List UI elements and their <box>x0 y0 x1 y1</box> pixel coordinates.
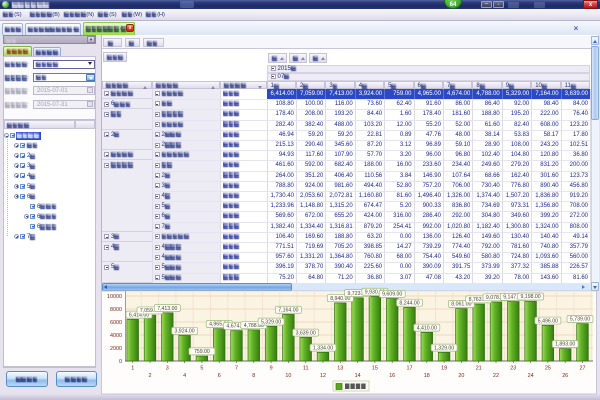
svg-text:1,334.00: 1,334.00 <box>313 345 333 351</box>
svg-text:3,639.00: 3,639.00 <box>296 330 316 336</box>
svg-text:23: 23 <box>510 366 516 372</box>
svg-text:4,410.00: 4,410.00 <box>417 325 437 331</box>
svg-text:17: 17 <box>407 366 413 372</box>
svg-text:9: 9 <box>270 366 273 372</box>
svg-text:8,244.00: 8,244.00 <box>399 300 419 306</box>
svg-text:27: 27 <box>580 366 586 372</box>
svg-text:20: 20 <box>458 373 464 379</box>
svg-text:26: 26 <box>562 373 568 379</box>
svg-text:759.00: 759.00 <box>194 349 210 355</box>
svg-text:3,924.00: 3,924.00 <box>174 328 194 334</box>
svg-text:7,413.00: 7,413.00 <box>157 306 177 312</box>
svg-text:13: 13 <box>337 366 343 372</box>
svg-text:1,893.00: 1,893.00 <box>555 342 575 348</box>
svg-text:15: 15 <box>372 366 378 372</box>
svg-text:16: 16 <box>389 373 395 379</box>
svg-text:14: 14 <box>355 373 361 379</box>
svg-text:18: 18 <box>424 373 430 379</box>
svg-text:10000: 10000 <box>107 294 122 300</box>
svg-text:6000: 6000 <box>110 320 122 326</box>
svg-text:5: 5 <box>200 366 203 372</box>
svg-text:5,329.00: 5,329.00 <box>261 319 281 325</box>
svg-text:5,739.00: 5,739.00 <box>570 317 590 323</box>
svg-text:21: 21 <box>476 366 482 372</box>
svg-text:4000: 4000 <box>110 333 122 339</box>
svg-text:3: 3 <box>166 366 169 372</box>
svg-text:25: 25 <box>545 366 551 372</box>
svg-text:5,496.00: 5,496.00 <box>538 318 558 324</box>
svg-text:7: 7 <box>235 366 238 372</box>
svg-text:2000: 2000 <box>110 346 122 352</box>
svg-text:1,329.00: 1,329.00 <box>434 345 454 351</box>
svg-text:7,164.00: 7,164.00 <box>278 307 298 313</box>
svg-text:0: 0 <box>119 359 122 365</box>
svg-text:22: 22 <box>493 373 499 379</box>
svg-text:8000: 8000 <box>110 307 122 313</box>
svg-text:19: 19 <box>441 366 447 372</box>
svg-text:10: 10 <box>285 373 291 379</box>
svg-text:24: 24 <box>528 373 534 379</box>
svg-text:9,609.00: 9,609.00 <box>382 292 402 298</box>
svg-text:8: 8 <box>252 373 255 379</box>
svg-text:11: 11 <box>303 366 309 372</box>
svg-text:12: 12 <box>320 373 326 379</box>
svg-text:4: 4 <box>183 373 186 379</box>
svg-text:6: 6 <box>218 373 221 379</box>
svg-text:2: 2 <box>149 373 152 379</box>
svg-text:1: 1 <box>131 366 134 372</box>
svg-text:9,198.00: 9,198.00 <box>520 294 540 300</box>
